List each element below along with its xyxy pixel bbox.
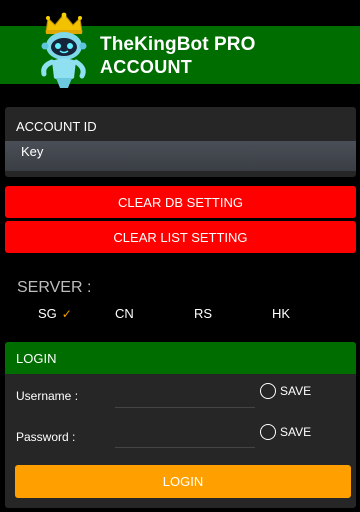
- server-option-label: CN: [115, 306, 134, 321]
- server-option-cn[interactable]: CN: [115, 306, 134, 321]
- login-header: LOGIN: [5, 342, 356, 374]
- account-panel: ACCOUNT ID: [5, 107, 356, 177]
- server-option-label: SG: [38, 306, 57, 321]
- key-input[interactable]: [5, 141, 356, 171]
- password-save-option[interactable]: SAVE: [260, 424, 311, 440]
- server-option-sg[interactable]: SG ✓: [38, 306, 72, 321]
- server-option-label: HK: [272, 306, 291, 321]
- checkmark-icon: ✓: [61, 307, 72, 321]
- login-panel: LOGIN Username : SAVE Password : SAVE LO…: [5, 342, 356, 508]
- save-label: SAVE: [280, 425, 312, 439]
- login-title: LOGIN: [16, 351, 57, 366]
- radio-icon[interactable]: [260, 383, 276, 399]
- login-button[interactable]: LOGIN: [15, 465, 351, 498]
- server-label: SERVER :: [17, 279, 92, 296]
- save-label: SAVE: [280, 384, 312, 398]
- app-title: TheKingBot PRO: [100, 34, 256, 55]
- clear-db-setting-button[interactable]: CLEAR DB SETTING: [5, 186, 356, 218]
- username-save-option[interactable]: SAVE: [260, 383, 311, 399]
- page-title: ACCOUNT: [100, 57, 193, 77]
- account-id-label: ACCOUNT ID: [16, 119, 97, 134]
- clear-list-setting-button[interactable]: CLEAR LIST SETTING: [5, 221, 356, 253]
- server-option-rs[interactable]: RS: [194, 306, 212, 321]
- crowned-robot-logo-icon: [41, 12, 87, 88]
- app-screen: TheKingBot PRO ACCOUNT ACCOUNT ID CLEAR …: [0, 0, 360, 512]
- password-field[interactable]: [115, 424, 255, 448]
- server-option-hk[interactable]: HK: [272, 306, 290, 321]
- username-field[interactable]: [115, 384, 255, 408]
- username-label: Username :: [16, 389, 79, 403]
- server-option-label: RS: [194, 306, 213, 321]
- radio-icon[interactable]: [260, 424, 276, 440]
- password-label: Password :: [16, 430, 76, 444]
